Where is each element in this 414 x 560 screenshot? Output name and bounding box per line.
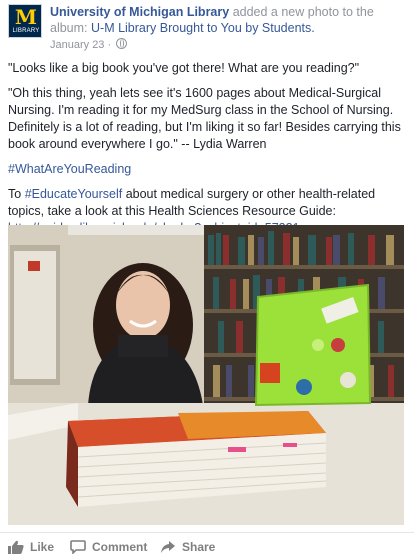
globe-icon	[116, 38, 128, 49]
post-date[interactable]: January 23	[50, 39, 104, 51]
hashtag-educateyourself[interactable]: #EducateYourself	[25, 187, 123, 201]
comment-button[interactable]: Comment	[70, 539, 150, 555]
photo-illustration	[8, 225, 404, 525]
post-paragraph-1: "Looks like a big book you've got there!…	[8, 61, 360, 75]
comment-icon	[70, 540, 86, 554]
post-header: M LIBRARY University of Michigan Library…	[8, 4, 408, 52]
hashtag-whatareyoureading[interactable]: #WhatAreYouReading	[8, 162, 131, 176]
post-headline: University of Michigan Library added a n…	[50, 4, 408, 36]
facebook-post: M LIBRARY University of Michigan Library…	[0, 0, 414, 560]
like-button[interactable]: Like	[8, 539, 68, 555]
post-actions: Like Comment Share	[0, 532, 414, 560]
block-m-logo: M	[14, 5, 38, 29]
comment-label: Comment	[92, 540, 148, 554]
like-label: Like	[30, 540, 55, 554]
share-label: Share	[182, 540, 216, 554]
post-text: "Looks like a big book you've got there!…	[8, 60, 406, 245]
share-button[interactable]: Share	[160, 539, 230, 555]
share-arrow-icon	[161, 541, 175, 553]
page-name-link[interactable]: University of Michigan Library	[50, 5, 229, 19]
album-link[interactable]: U-M Library Brought to You by Students.	[91, 21, 315, 35]
post-meta: January 23 ·	[50, 38, 128, 52]
post-photo[interactable]	[8, 225, 404, 525]
page-avatar[interactable]: M LIBRARY	[8, 4, 42, 38]
post-paragraph-2: "Oh this thing, yeah lets see it's 1600 …	[8, 86, 401, 151]
thumbs-up-icon	[8, 540, 24, 554]
paragraph-4-prefix: To	[8, 187, 25, 201]
meta-separator: ·	[104, 39, 115, 51]
laptop-icon	[254, 283, 372, 407]
avatar-library-text: LIBRARY	[12, 28, 40, 34]
